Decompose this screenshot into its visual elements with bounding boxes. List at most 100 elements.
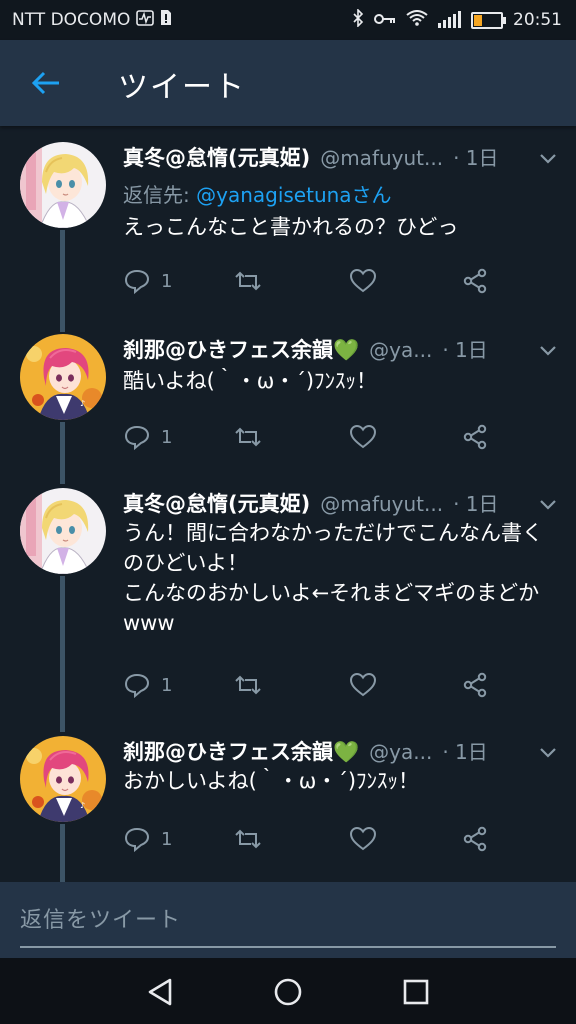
key-icon <box>374 11 396 30</box>
tweet-actions: 1 <box>123 824 503 854</box>
reply-button[interactable]: 1 <box>123 266 172 296</box>
tweet-header: 刹那@ひきフェス余韻💚 @ya... · 1日 <box>123 334 563 366</box>
nav-back-button[interactable] <box>142 974 178 1010</box>
share-button[interactable] <box>461 422 489 452</box>
avatar[interactable] <box>20 334 106 420</box>
tweet[interactable]: 真冬@怠惰(元真姫) @mafuyut... · 1日 うん！間に合わなかっただ… <box>0 488 576 718</box>
home-circle-icon <box>274 978 302 1006</box>
battery-icon <box>471 11 506 29</box>
retweet-icon <box>235 427 261 447</box>
reply-input-underline <box>20 946 556 948</box>
display-name[interactable]: 真冬@怠惰(元真姫) <box>123 488 310 518</box>
heart-icon <box>349 268 377 293</box>
system-nav-bar <box>0 958 576 1024</box>
app-header: ツイート <box>0 40 576 126</box>
share-icon <box>463 826 487 852</box>
reply-composer: 返信をツイート <box>0 882 576 958</box>
heart-icon <box>349 672 377 697</box>
tweet-time: · 1日 <box>453 492 499 516</box>
page-title: ツイート <box>118 70 246 105</box>
tweet[interactable]: 刹那@ひきフェス余韻💚 @ya... · 1日 酷いよね(｀・ω・´)ﾌﾝｽｯ！… <box>0 334 576 484</box>
display-name[interactable]: 刹那@ひきフェス余韻💚 <box>123 736 359 766</box>
activity-icon <box>136 9 155 30</box>
reply-count: 1 <box>161 270 173 292</box>
display-name[interactable]: 真冬@怠惰(元真姫) <box>123 142 310 172</box>
reply-count: 1 <box>161 426 173 448</box>
avatar[interactable] <box>20 736 106 822</box>
tweet-text: 酷いよね(｀・ω・´)ﾌﾝｽｯ！ <box>123 369 378 393</box>
carrier-name: NTT DOCOMO <box>12 9 131 30</box>
avatar[interactable] <box>20 488 106 574</box>
share-button[interactable] <box>461 824 489 854</box>
signal-icon <box>438 11 461 28</box>
wifi-icon <box>406 10 428 30</box>
share-button[interactable] <box>461 266 489 296</box>
retweet-button[interactable] <box>233 670 263 700</box>
reply-count: 1 <box>161 828 173 850</box>
tweet-actions: 1 <box>123 670 503 700</box>
tweet-actions: 1 <box>123 422 503 452</box>
status-bar: NTT DOCOMO 20:51 <box>0 0 576 40</box>
tweet-header: 刹那@ひきフェス余韻💚 @ya... · 1日 <box>123 736 563 768</box>
reply-prefix: 返信先: <box>123 183 197 207</box>
reply-to-link[interactable]: @yanagisetunaさん <box>196 183 391 207</box>
clock: 20:51 <box>513 10 562 30</box>
battery-level <box>474 14 483 26</box>
recents-square-icon <box>403 979 429 1005</box>
chevron-down-icon[interactable] <box>538 494 558 514</box>
arrow-left-icon <box>31 71 59 95</box>
share-icon <box>463 672 487 698</box>
tweet-text: おかしいよね(｀・ω・´)ﾌﾝｽｯ！ <box>123 769 420 793</box>
like-button[interactable] <box>349 824 377 854</box>
reply-input[interactable]: 返信をツイート <box>20 902 181 934</box>
bluetooth-icon <box>352 8 364 31</box>
like-button[interactable] <box>349 670 377 700</box>
nav-recents-button[interactable] <box>398 974 434 1010</box>
retweet-button[interactable] <box>233 266 263 296</box>
tweet-time: · 1日 <box>442 338 488 362</box>
reply-count: 1 <box>161 674 173 696</box>
display-name[interactable]: 刹那@ひきフェス余韻💚 <box>123 334 359 364</box>
tweet-time: · 1日 <box>453 146 499 170</box>
sim-alert-icon <box>160 9 172 30</box>
retweet-icon <box>235 829 261 849</box>
share-button[interactable] <box>461 670 489 700</box>
like-button[interactable] <box>349 266 377 296</box>
tweet-header: 真冬@怠惰(元真姫) @mafuyut... · 1日 <box>123 142 563 174</box>
tweet-text: うん！間に合わなかっただけでこんなん書くのひどいよ！ こんなのおかしいよ←それま… <box>123 521 543 635</box>
tweet-actions: 1 <box>123 266 503 296</box>
reply-icon <box>124 673 150 698</box>
tweet[interactable]: 真冬@怠惰(元真姫) @mafuyut... · 1日 返信先: @yanagi… <box>0 142 576 312</box>
share-icon <box>463 424 487 450</box>
user-handle[interactable]: @mafuyut... <box>320 146 443 170</box>
heart-icon <box>349 424 377 449</box>
tweet-header: 真冬@怠惰(元真姫) @mafuyut... · 1日 <box>123 488 563 520</box>
reply-context: 返信先: @yanagisetunaさん <box>123 179 392 208</box>
tweet-thread: 真冬@怠惰(元真姫) @mafuyut... · 1日 返信先: @yanagi… <box>0 126 576 882</box>
user-handle[interactable]: @ya... <box>369 740 432 764</box>
tweet-time: · 1日 <box>442 740 488 764</box>
heart-icon <box>349 826 377 851</box>
retweet-icon <box>235 271 261 291</box>
reply-icon <box>124 425 150 450</box>
tweet-text: えっこんなこと書かれるの？ひどっ <box>123 215 459 239</box>
retweet-button[interactable] <box>233 422 263 452</box>
chevron-down-icon[interactable] <box>538 340 558 360</box>
retweet-icon <box>235 675 261 695</box>
chevron-down-icon[interactable] <box>538 742 558 762</box>
like-button[interactable] <box>349 422 377 452</box>
nav-home-button[interactable] <box>270 974 306 1010</box>
reply-button[interactable]: 1 <box>123 824 172 854</box>
share-icon <box>463 268 487 294</box>
reply-button[interactable]: 1 <box>123 422 172 452</box>
retweet-button[interactable] <box>233 824 263 854</box>
user-handle[interactable]: @ya... <box>369 338 432 362</box>
reply-button[interactable]: 1 <box>123 670 172 700</box>
avatar[interactable] <box>20 142 106 228</box>
reply-icon <box>124 827 150 852</box>
user-handle[interactable]: @mafuyut... <box>320 492 443 516</box>
back-button[interactable] <box>26 64 66 102</box>
chevron-down-icon[interactable] <box>538 148 558 168</box>
tweet[interactable]: 刹那@ひきフェス余韻💚 @ya... · 1日 おかしいよね(｀・ω・´)ﾌﾝｽ… <box>0 736 576 876</box>
back-triangle-icon <box>148 978 172 1006</box>
